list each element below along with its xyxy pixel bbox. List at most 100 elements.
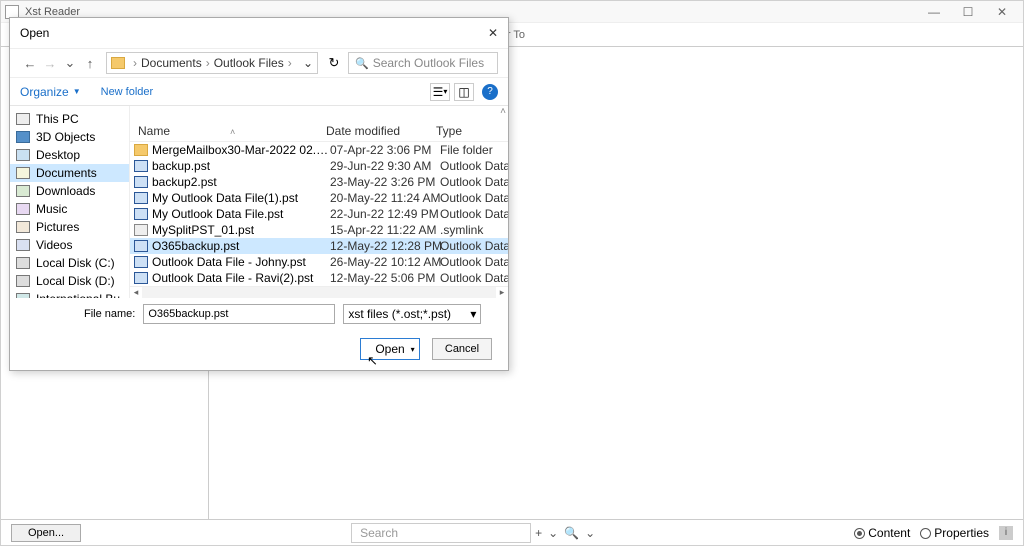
file-name: backup.pst bbox=[152, 159, 330, 173]
minimize-button[interactable]: — bbox=[917, 1, 951, 23]
tree-item[interactable]: Documents bbox=[10, 164, 129, 182]
file-date: 20-May-22 11:24 AM bbox=[330, 191, 440, 205]
tree-label: Local Disk (C:) bbox=[36, 256, 115, 270]
tree-item[interactable]: Videos bbox=[10, 236, 129, 254]
scroll-up-icon[interactable]: ˄ bbox=[130, 106, 508, 120]
close-dialog-button[interactable]: ✕ bbox=[488, 26, 498, 40]
folder-icon bbox=[111, 57, 125, 69]
tree-icon bbox=[16, 275, 30, 287]
folder-search-input[interactable]: 🔍 Search Outlook Files bbox=[348, 52, 498, 74]
main-window: Xst Reader — ☐ ✕ om or To Open... Search… bbox=[0, 0, 1024, 546]
back-button[interactable]: ← bbox=[20, 53, 40, 73]
info-icon[interactable]: i bbox=[999, 526, 1013, 540]
refresh-button[interactable]: ↻ bbox=[324, 55, 344, 71]
dialog-body: This PC3D Objects Desktop DocumentsDownloa… bbox=[10, 106, 508, 298]
file-type-select[interactable]: xst files (*.ost;*.pst)▾ bbox=[343, 304, 481, 324]
file-row[interactable]: backup.pst29-Jun-22 9:30 AMOutlook Data … bbox=[130, 158, 508, 174]
file-type: Outlook Data Fil bbox=[440, 175, 508, 189]
column-name[interactable]: Name˄ bbox=[130, 124, 326, 138]
tree-item[interactable]: Local Disk (C:) bbox=[10, 254, 129, 272]
open-button[interactable]: Open▾ bbox=[360, 338, 420, 360]
status-search-input[interactable]: Search bbox=[351, 523, 531, 543]
up-button[interactable]: ↑ bbox=[80, 53, 100, 73]
tree-label: Desktop bbox=[36, 148, 80, 162]
horizontal-scrollbar[interactable]: ◂▸ bbox=[130, 286, 508, 298]
status-bar: Open... Search + ⌄ 🔍 ⌄ Content Propertie… bbox=[1, 519, 1023, 545]
tree-item[interactable]: This PC bbox=[10, 110, 129, 128]
file-type: .symlink bbox=[440, 223, 508, 237]
file-type: Outlook Data Fil bbox=[440, 271, 508, 285]
cancel-button[interactable]: Cancel bbox=[432, 338, 492, 360]
folder-tree[interactable]: This PC3D Objects Desktop DocumentsDownloa… bbox=[10, 106, 130, 298]
maximize-button[interactable]: ☐ bbox=[951, 1, 985, 23]
file-type: File folder bbox=[440, 143, 508, 157]
tree-label: Music bbox=[36, 202, 67, 216]
file-icon bbox=[134, 256, 148, 268]
forward-button[interactable]: → bbox=[40, 53, 60, 73]
dialog-nav: ← → ⌄ ↑ › Documents › Outlook Files › ⌄ … bbox=[10, 48, 508, 78]
recent-locations-button[interactable]: ⌄ bbox=[60, 53, 80, 73]
file-icon bbox=[134, 272, 148, 284]
file-rows[interactable]: MergeMailbox30-Mar-2022 02.09.5507-Apr-2… bbox=[130, 142, 508, 286]
open-file-button[interactable]: Open... bbox=[11, 524, 81, 542]
file-type: Outlook Data Fil bbox=[440, 239, 508, 253]
column-type[interactable]: Type bbox=[436, 124, 508, 138]
file-row[interactable]: My Outlook Data File.pst22-Jun-22 12:49 … bbox=[130, 206, 508, 222]
address-dropdown-icon[interactable]: ⌄ bbox=[303, 56, 313, 70]
file-row[interactable]: My Outlook Data File(1).pst20-May-22 11:… bbox=[130, 190, 508, 206]
file-icon bbox=[134, 240, 148, 252]
help-button[interactable]: ? bbox=[482, 84, 498, 100]
search-icon[interactable]: 🔍 bbox=[564, 526, 579, 540]
organize-menu[interactable]: Organize ▼ bbox=[20, 85, 81, 99]
breadcrumb[interactable]: Outlook Files bbox=[214, 56, 284, 70]
tree-item[interactable]: International Bu bbox=[10, 290, 129, 298]
file-row[interactable]: MySplitPST_01.pst15-Apr-22 11:22 AM.syml… bbox=[130, 222, 508, 238]
file-row[interactable]: backup2.pst23-May-22 3:26 PMOutlook Data… bbox=[130, 174, 508, 190]
search-dropdown-icon[interactable]: ⌄ bbox=[585, 526, 595, 540]
properties-radio[interactable]: Properties bbox=[920, 526, 989, 540]
file-pane: ˄ Name˄ Date modified Type MergeMailbox3… bbox=[130, 106, 508, 298]
breadcrumb[interactable]: Documents bbox=[141, 56, 202, 70]
preview-pane-button[interactable]: ◫ bbox=[454, 83, 474, 101]
file-name: O365backup.pst bbox=[152, 239, 330, 253]
file-icon bbox=[134, 208, 148, 220]
file-icon bbox=[134, 224, 148, 236]
file-name-label: File name: bbox=[84, 308, 135, 320]
dialog-toolbar: Organize ▼ New folder ☰▾ ◫ ? bbox=[10, 78, 508, 106]
tree-icon bbox=[16, 239, 30, 251]
file-row[interactable]: Outlook Data File - Johny.pst26-May-22 1… bbox=[130, 254, 508, 270]
tree-icon bbox=[16, 113, 30, 125]
column-date[interactable]: Date modified bbox=[326, 124, 436, 138]
close-window-button[interactable]: ✕ bbox=[985, 1, 1019, 23]
file-type: Outlook Data Fil bbox=[440, 191, 508, 205]
file-name: MySplitPST_01.pst bbox=[152, 223, 330, 237]
tree-icon bbox=[16, 203, 30, 215]
address-bar[interactable]: › Documents › Outlook Files › ⌄ bbox=[106, 52, 318, 74]
file-date: 12-May-22 12:28 PM bbox=[330, 239, 440, 253]
file-name: My Outlook Data File(1).pst bbox=[152, 191, 330, 205]
open-dialog: Open ✕ ← → ⌄ ↑ › Documents › Outlook Fil… bbox=[9, 17, 509, 371]
tree-icon bbox=[16, 131, 30, 143]
tree-item[interactable]: Desktop bbox=[10, 146, 129, 164]
plus-icon[interactable]: + bbox=[535, 526, 542, 540]
file-type: Outlook Data Fil bbox=[440, 159, 508, 173]
file-row[interactable]: MergeMailbox30-Mar-2022 02.09.5507-Apr-2… bbox=[130, 142, 508, 158]
tree-item[interactable]: Music bbox=[10, 200, 129, 218]
tree-icon bbox=[16, 257, 30, 269]
tree-item[interactable]: Local Disk (D:) bbox=[10, 272, 129, 290]
file-icon bbox=[134, 160, 148, 172]
file-date: 07-Apr-22 3:06 PM bbox=[330, 143, 440, 157]
dialog-bottom: File name: xst files (*.ost;*.pst)▾ Open… bbox=[10, 298, 508, 370]
content-radio[interactable]: Content bbox=[854, 526, 910, 540]
new-folder-button[interactable]: New folder bbox=[101, 86, 154, 98]
tree-item[interactable]: 3D Objects bbox=[10, 128, 129, 146]
dropdown-icon[interactable]: ⌄ bbox=[548, 526, 558, 540]
tree-item[interactable]: Pictures bbox=[10, 218, 129, 236]
tree-item[interactable]: Downloads bbox=[10, 182, 129, 200]
tree-icon bbox=[16, 221, 30, 233]
view-mode-button[interactable]: ☰▾ bbox=[430, 83, 450, 101]
file-row[interactable]: O365backup.pst12-May-22 12:28 PMOutlook … bbox=[130, 238, 508, 254]
file-row[interactable]: Outlook Data File - Ravi(2).pst12-May-22… bbox=[130, 270, 508, 286]
file-name-input[interactable] bbox=[143, 304, 335, 324]
file-icon bbox=[134, 192, 148, 204]
